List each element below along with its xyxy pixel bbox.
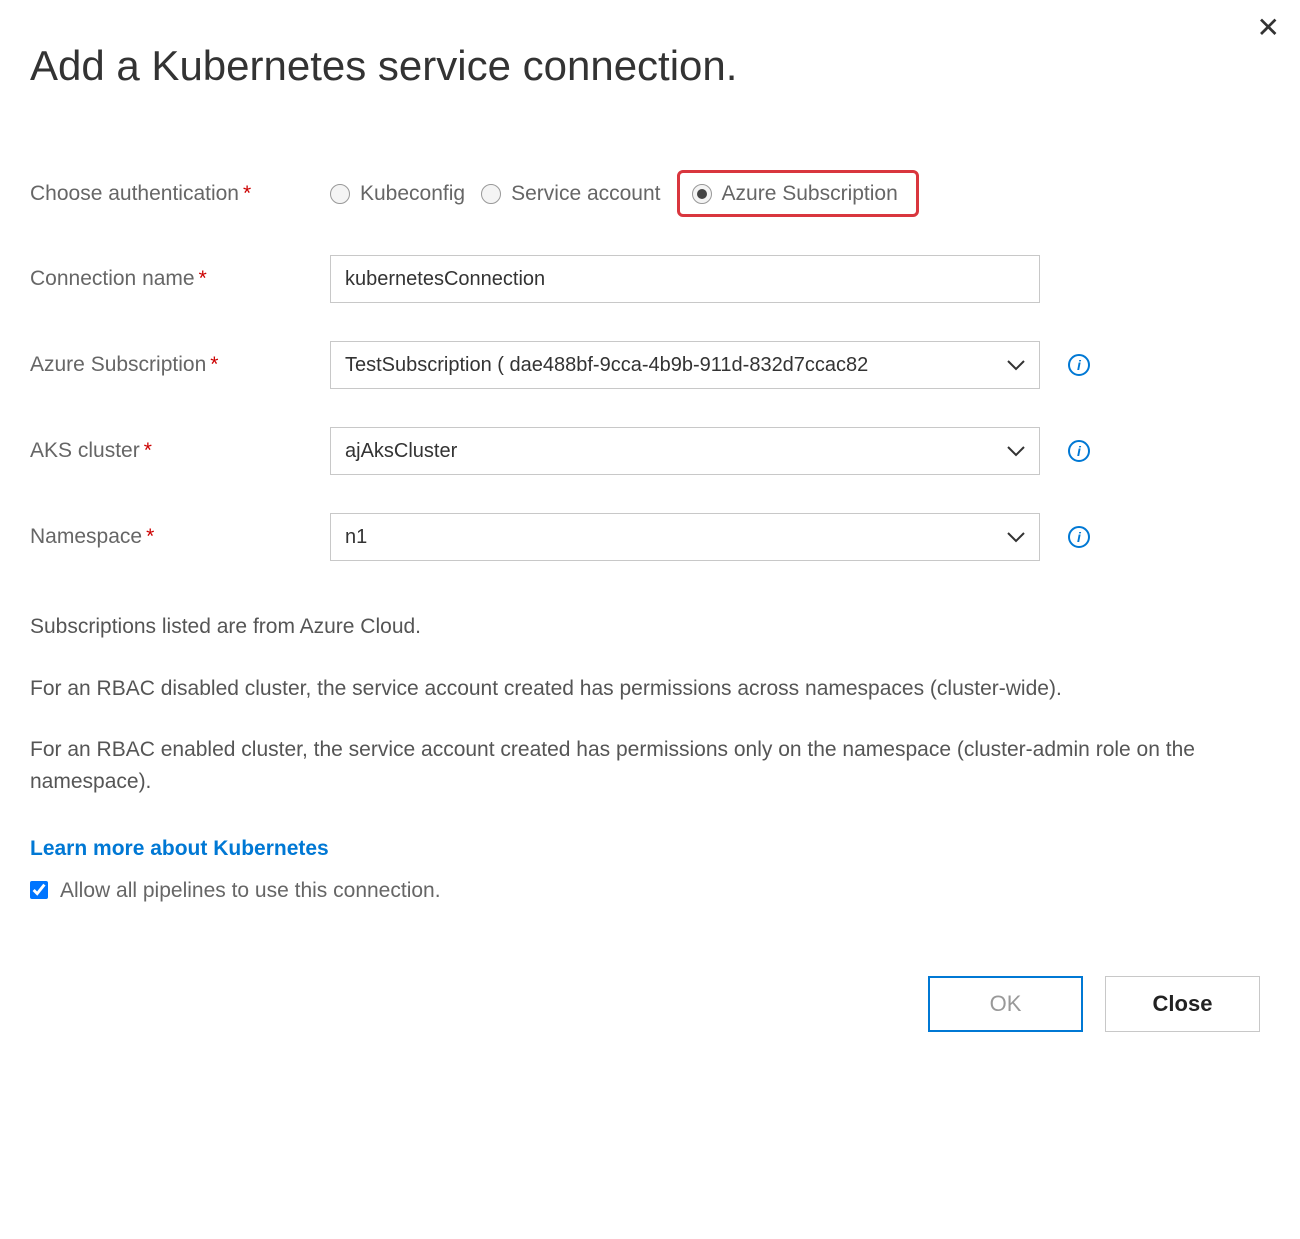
namespace-value: n1 [345, 526, 997, 549]
allow-all-row: Allow all pipelines to use this connecti… [30, 875, 1270, 907]
description-block: Subscriptions listed are from Azure Clou… [30, 611, 1270, 906]
allow-all-label: Allow all pipelines to use this connecti… [60, 875, 441, 907]
allow-all-checkbox[interactable] [30, 881, 48, 899]
auth-radio-group: Kubeconfig Service account Azure Subscri… [330, 170, 919, 217]
info-icon[interactable]: i [1068, 354, 1090, 376]
aks-cluster-value: ajAksCluster [345, 440, 997, 463]
required-marker: * [243, 182, 251, 205]
radio-azure-subscription-label: Azure Subscription [722, 182, 898, 206]
ok-button[interactable]: OK [928, 976, 1083, 1032]
button-row: OK Close [30, 976, 1270, 1032]
connection-name-row: Connection name* [30, 255, 1270, 303]
connection-name-input[interactable] [345, 268, 1025, 291]
connection-name-label: Connection name* [30, 267, 330, 291]
radio-circle-icon [330, 184, 350, 204]
auth-row: Choose authentication* Kubeconfig Servic… [30, 170, 1270, 217]
learn-more-link[interactable]: Learn more about Kubernetes [30, 833, 329, 865]
auth-label-text: Choose authentication [30, 182, 239, 205]
required-marker: * [146, 525, 154, 548]
required-marker: * [210, 353, 218, 376]
info-icon[interactable]: i [1068, 440, 1090, 462]
auth-label: Choose authentication* [30, 182, 330, 206]
namespace-row: Namespace* n1 i [30, 513, 1270, 561]
chevron-down-icon [1007, 531, 1025, 543]
azure-subscription-value: TestSubscription ( dae488bf-9cca-4b9b-91… [345, 354, 997, 377]
radio-azure-highlight: Azure Subscription [677, 170, 919, 217]
namespace-label-text: Namespace [30, 525, 142, 548]
aks-cluster-label: AKS cluster* [30, 439, 330, 463]
radio-kubeconfig-label: Kubeconfig [360, 182, 465, 206]
required-marker: * [144, 439, 152, 462]
aks-cluster-select[interactable]: ajAksCluster [330, 427, 1040, 475]
close-icon[interactable]: ✕ [1257, 14, 1280, 42]
radio-circle-selected-icon [692, 184, 712, 204]
chevron-down-icon [1007, 445, 1025, 457]
aks-cluster-row: AKS cluster* ajAksCluster i [30, 427, 1270, 475]
radio-azure-subscription[interactable]: Azure Subscription [692, 182, 898, 206]
radio-kubeconfig[interactable]: Kubeconfig [330, 182, 465, 206]
description-p3: For an RBAC enabled cluster, the service… [30, 734, 1270, 797]
description-p2: For an RBAC disabled cluster, the servic… [30, 673, 1270, 705]
required-marker: * [199, 267, 207, 290]
dialog-title: Add a Kubernetes service connection. [30, 42, 1270, 90]
radio-service-account[interactable]: Service account [481, 182, 660, 206]
radio-circle-icon [481, 184, 501, 204]
description-p1: Subscriptions listed are from Azure Clou… [30, 611, 1270, 643]
namespace-select[interactable]: n1 [330, 513, 1040, 561]
aks-cluster-label-text: AKS cluster [30, 439, 140, 462]
azure-subscription-label: Azure Subscription* [30, 353, 330, 377]
azure-subscription-select[interactable]: TestSubscription ( dae488bf-9cca-4b9b-91… [330, 341, 1040, 389]
radio-service-account-label: Service account [511, 182, 660, 206]
azure-subscription-row: Azure Subscription* TestSubscription ( d… [30, 341, 1270, 389]
connection-name-input-wrap [330, 255, 1040, 303]
info-icon[interactable]: i [1068, 526, 1090, 548]
namespace-label: Namespace* [30, 525, 330, 549]
azure-subscription-label-text: Azure Subscription [30, 353, 206, 376]
chevron-down-icon [1007, 359, 1025, 371]
connection-name-label-text: Connection name [30, 267, 195, 290]
close-button[interactable]: Close [1105, 976, 1260, 1032]
